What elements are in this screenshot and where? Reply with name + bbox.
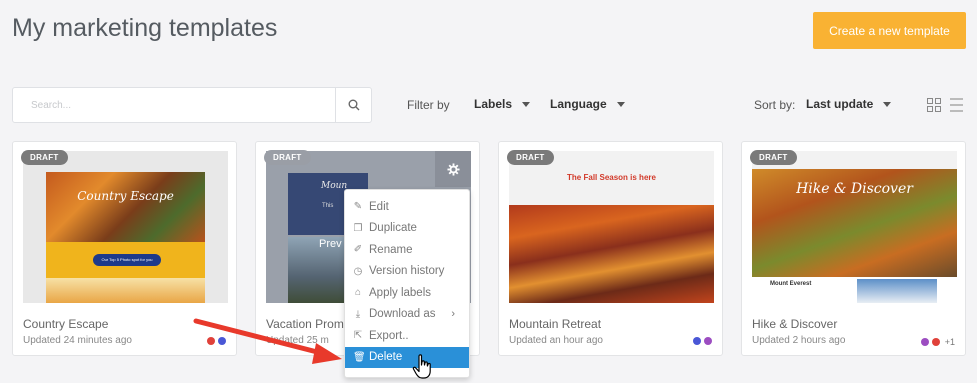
pencil-icon: ✎ [353, 201, 363, 213]
export-icon: ⇱ [353, 330, 363, 342]
card-title: Hike & Discover [752, 317, 838, 331]
thumb-heading: Hike & Discover [796, 181, 913, 197]
label-dot [920, 338, 929, 346]
chevron-down-icon [883, 101, 892, 107]
card-title: Country Escape [23, 317, 109, 331]
template-thumbnail[interactable]: Hike & Discover Mount Everest [752, 151, 957, 303]
trash-icon: 🗑 [353, 351, 366, 363]
menu-item-label: Download as [369, 308, 436, 321]
thumb-heading: The Fall Season is here [567, 173, 656, 182]
menu-item-label: Duplicate [369, 222, 417, 235]
label-dots [693, 337, 712, 345]
thumb-heading: Country Escape [77, 189, 174, 203]
label-dots [207, 337, 226, 345]
language-dropdown[interactable]: Language [550, 97, 625, 111]
menu-item-edit[interactable]: ✎ Edit [345, 196, 469, 218]
template-card[interactable]: Hike & Discover Mount Everest DRAFT Hike… [741, 141, 966, 356]
menu-item-label: Apply labels [369, 286, 432, 299]
rename-icon: ✐ [353, 244, 363, 256]
draft-badge: DRAFT [750, 150, 797, 165]
hand-cursor-icon [412, 354, 431, 379]
download-icon: ⤓ [355, 308, 361, 320]
draft-badge: DRAFT [507, 150, 554, 165]
menu-item-label: Edit [369, 200, 389, 213]
sort-dropdown-value: Last update [806, 97, 874, 111]
menu-item-rename[interactable]: ✐ Rename [345, 239, 469, 261]
grid-view-icon[interactable] [927, 98, 941, 112]
chevron-right-icon: › [451, 308, 455, 321]
label-dots: +1 [920, 337, 955, 347]
menu-item-download-as[interactable]: ⤓ Download as › [345, 304, 469, 326]
thumb-button: Our Top 5 Photo spot for you [93, 254, 161, 266]
menu-item-label: Delete [369, 351, 403, 364]
menu-item-label: Export.. [369, 329, 409, 342]
gear-icon [446, 162, 460, 176]
template-card[interactable]: Country Escape Our Top 5 Photo spot for … [12, 141, 237, 356]
list-view-icon[interactable] [950, 98, 963, 112]
search-box [12, 87, 372, 123]
context-menu: ✎ Edit ❐ Duplicate ✐ Rename ◷ Version histor… [344, 189, 470, 378]
more-labels-count: +1 [944, 337, 955, 347]
chevron-down-icon [522, 101, 531, 107]
draft-badge: DRAFT [264, 150, 311, 165]
search-input[interactable] [13, 88, 335, 122]
thumb-caption: Mount Everest [770, 281, 812, 287]
thumb-overlay: Prev [319, 238, 342, 250]
chevron-down-icon [616, 101, 625, 107]
menu-item-delete[interactable]: 🗑 Delete [345, 346, 469, 368]
menu-item-export[interactable]: ⇱ Export.. [345, 325, 469, 347]
card-updated: Updated an hour ago [509, 335, 603, 346]
sort-label: Sort by: [754, 98, 796, 112]
menu-item-label: Rename [369, 243, 413, 256]
page-title: My marketing templates [12, 14, 278, 42]
template-thumbnail[interactable]: Country Escape Our Top 5 Photo spot for … [23, 151, 228, 303]
history-icon: ◷ [353, 265, 363, 277]
draft-badge: DRAFT [21, 150, 68, 165]
menu-item-duplicate[interactable]: ❐ Duplicate [345, 218, 469, 240]
labels-dropdown-label: Labels [474, 97, 513, 111]
template-thumbnail[interactable]: The Fall Season is here [509, 151, 714, 303]
label-dot [704, 337, 712, 345]
card-title: Mountain Retreat [509, 317, 602, 331]
thumb-heading: Moun [321, 181, 348, 191]
label-dot [931, 338, 940, 346]
card-title: Vacation Prom [266, 317, 344, 331]
create-template-button[interactable]: Create a new template [813, 12, 966, 49]
tag-icon: ⌂ [354, 287, 362, 299]
menu-item-label: Version history [369, 265, 445, 278]
menu-item-apply-labels[interactable]: ⌂ Apply labels [345, 282, 469, 304]
thumb-sub: This [322, 203, 334, 209]
search-button[interactable] [335, 88, 371, 122]
labels-dropdown[interactable]: Labels [474, 97, 531, 111]
card-updated: Updated 25 m [266, 335, 329, 346]
card-updated: Updated 24 minutes ago [23, 335, 132, 346]
settings-button[interactable] [435, 151, 471, 187]
copy-icon: ❐ [353, 222, 363, 234]
search-icon [348, 99, 359, 111]
filter-label: Filter by [407, 98, 450, 112]
menu-item-version-history[interactable]: ◷ Version history [345, 261, 469, 283]
language-dropdown-label: Language [550, 97, 607, 111]
sort-dropdown[interactable]: Last update [806, 97, 892, 111]
label-dot [693, 337, 701, 345]
template-card[interactable]: The Fall Season is here DRAFT Mountain R… [498, 141, 723, 356]
label-dot [218, 337, 226, 345]
label-dot [207, 337, 215, 345]
card-updated: Updated 2 hours ago [752, 335, 846, 346]
